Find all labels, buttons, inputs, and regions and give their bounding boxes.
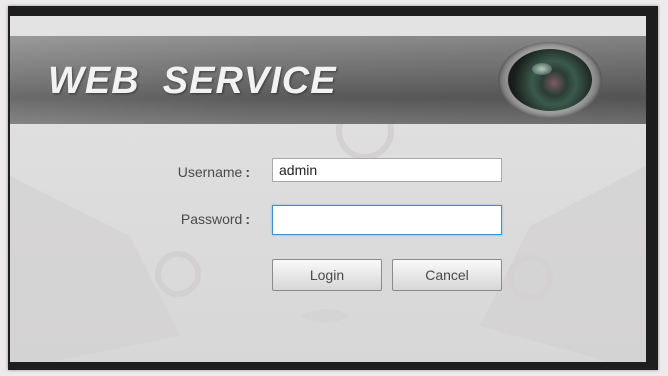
password-colon: : — [245, 211, 250, 227]
web-service-logo: WEB SERVICE — [48, 60, 337, 102]
password-field[interactable] — [272, 205, 502, 235]
username-label: Username — [177, 164, 243, 180]
camera-lens-icon — [498, 42, 602, 118]
password-label: Password — [180, 211, 243, 227]
username-field[interactable] — [272, 158, 502, 182]
password-label-row: Password: — [140, 211, 250, 227]
login-button[interactable]: Login — [272, 259, 382, 291]
username-colon: : — [245, 164, 250, 180]
username-label-row: Username: — [140, 164, 250, 180]
header-banner: WEB SERVICE — [10, 36, 646, 124]
login-panel: WEB SERVICE Username: Password: Login Ca… — [10, 16, 646, 362]
cancel-button[interactable]: Cancel — [392, 259, 502, 291]
